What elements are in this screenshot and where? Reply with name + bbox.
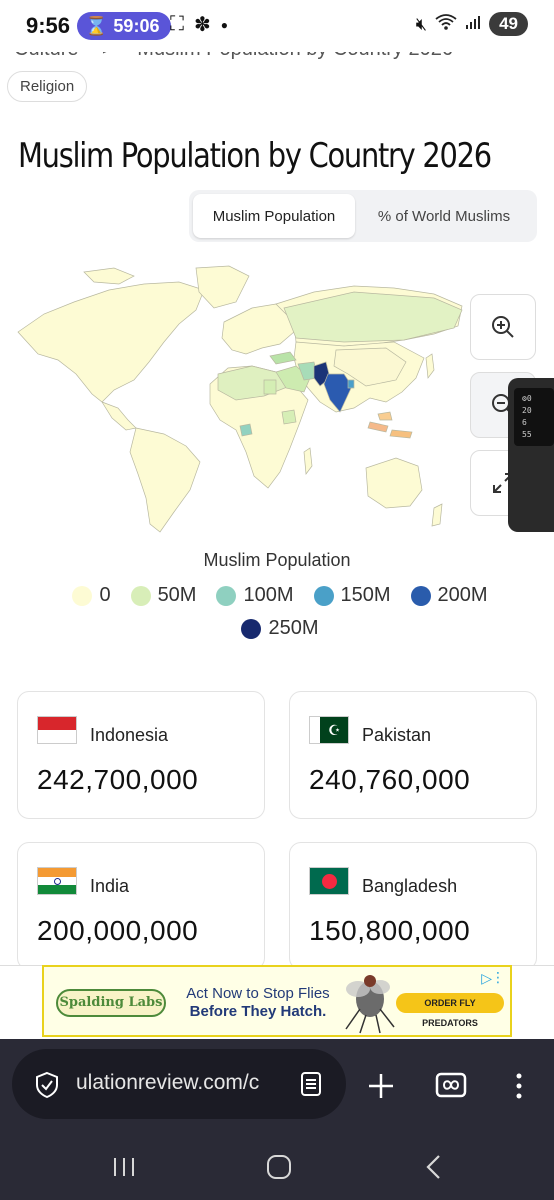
zoom-in-button[interactable] (470, 294, 536, 360)
map-bangladesh (347, 379, 355, 389)
flag-pakistan-icon: ☪ (309, 716, 349, 744)
page-title: Muslim Population by Country 2026 (18, 136, 492, 176)
home-icon[interactable] (266, 1154, 292, 1180)
country-name: Indonesia (90, 725, 169, 745)
legend-dot (313, 585, 334, 606)
flag-bangladesh-icon (309, 867, 349, 895)
map-new-zealand (431, 503, 443, 527)
browser-toolbar: ulationreview.com/c (0, 1039, 554, 1132)
legend-item: 200M (410, 584, 488, 607)
country-value: 200,000,000 (37, 915, 199, 946)
tabs-icon[interactable] (435, 1072, 467, 1098)
legend-item: 0 (72, 584, 111, 607)
map-indonesia-3 (377, 411, 393, 421)
map-nigeria (239, 423, 253, 437)
battery-indicator: 49 (489, 12, 528, 36)
ad-menu-icon[interactable]: ⋮ (491, 969, 505, 986)
menu-icon[interactable] (515, 1072, 523, 1100)
screenshot-icon: ⛶ (170, 13, 184, 35)
map-central-america (101, 401, 137, 431)
flag-india-icon (37, 867, 77, 895)
hourglass-icon: ⌛ (85, 15, 108, 36)
system-nav-bar (0, 1132, 554, 1200)
map-arctic-islands (83, 267, 135, 285)
address-bar[interactable]: ulationreview.com/c (12, 1049, 346, 1119)
country-name: Bangladesh (362, 876, 458, 896)
country-value: 242,700,000 (37, 764, 199, 795)
ad-cta-button[interactable]: ORDER FLY PREDATORS (396, 993, 504, 1028)
recents-icon[interactable] (112, 1156, 136, 1178)
map-legend: 0 50M 100M 150M 200M 250M (60, 584, 500, 640)
country-value: 240,760,000 (309, 764, 471, 795)
timer-text: 59:06 (113, 15, 160, 36)
toggle-percent-world[interactable]: % of World Muslims (355, 194, 533, 238)
world-map[interactable] (14, 262, 470, 538)
view-toggle: Muslim Population % of World Muslims (189, 190, 537, 242)
map-indonesia-2 (389, 429, 413, 439)
ad-headline: Act Now to Stop Flies Before They Hatch. (186, 985, 330, 1020)
legend-item: 100M (216, 584, 294, 607)
map-greenland (195, 265, 250, 309)
country-card-indonesia[interactable]: Indonesia 242,700,000 (17, 691, 265, 819)
timer-pill: ⌛ 59:06 (77, 12, 172, 40)
advertisement-banner[interactable]: Spalding Labs Act Now to Stop Flies Befo… (42, 965, 512, 1037)
map-japan (425, 353, 435, 379)
clock: 9:56 (26, 13, 71, 38)
legend-dot (130, 585, 151, 606)
dot-icon: ● (220, 17, 229, 32)
flag-indonesia-icon (37, 716, 77, 744)
country-name: India (90, 876, 130, 896)
reader-mode-icon[interactable] (300, 1071, 322, 1097)
toggle-muslim-population[interactable]: Muslim Population (193, 194, 355, 238)
ad-brand-logo: Spalding Labs (56, 989, 166, 1017)
url-text: ulationreview.com/c (76, 1071, 260, 1094)
legend-dot (241, 618, 262, 639)
country-card-pakistan[interactable]: ☪ Pakistan 240,760,000 (289, 691, 537, 819)
zoom-in-icon (492, 316, 514, 338)
legend-item: 250M (241, 617, 319, 640)
country-card-bangladesh[interactable]: Bangladesh 150,800,000 (289, 842, 537, 970)
floating-video-thumbnail[interactable]: ⚙0 20 6 55 (508, 378, 554, 532)
map-turkey (269, 351, 297, 365)
legend-dot (410, 585, 431, 606)
tag-chip[interactable]: Religion (7, 71, 88, 102)
map-north-america (17, 281, 205, 403)
mute-icon: 🔇︎ (415, 13, 428, 34)
map-ethiopia (281, 409, 297, 425)
country-card-india[interactable]: India 200,000,000 (17, 842, 265, 970)
map-madagascar (303, 447, 313, 475)
wifi-icon (435, 13, 457, 36)
country-name: Pakistan (362, 725, 432, 745)
plus-icon[interactable] (367, 1072, 395, 1100)
legend-dot (216, 585, 237, 606)
signal-icon (465, 14, 481, 35)
legend-dot (72, 585, 93, 606)
legend-item: 150M (313, 584, 391, 607)
back-icon[interactable] (424, 1154, 442, 1180)
map-egypt (263, 379, 277, 395)
fly-icon (345, 975, 395, 1034)
shield-check-icon[interactable] (34, 1071, 60, 1099)
legend-title: Muslim Population (203, 550, 351, 570)
map-australia (365, 457, 423, 509)
map-south-america (129, 427, 201, 533)
legend-item: 50M (130, 584, 196, 607)
fan-icon: ✽ (194, 14, 211, 36)
country-value: 150,800,000 (309, 915, 471, 946)
status-bar: 9:56 ⌛ 59:06 ⛶ ✽ ● 🔇︎ 49 (0, 0, 554, 52)
map-indonesia-1 (367, 421, 389, 433)
